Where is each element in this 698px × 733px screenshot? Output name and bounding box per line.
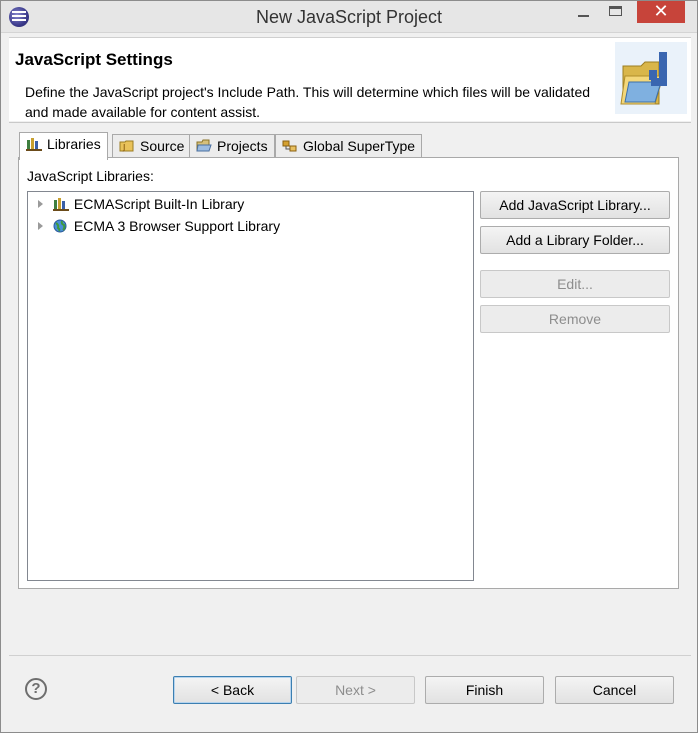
library-icon — [52, 198, 69, 211]
tab-global-supertype[interactable]: Global SuperType — [275, 134, 423, 158]
wizard-header: JavaScript Settings Define the JavaScrip… — [9, 37, 691, 121]
add-javascript-library-button[interactable]: Add JavaScript Library... — [480, 191, 670, 219]
remove-button[interactable]: Remove — [480, 305, 670, 333]
page-title: JavaScript Settings — [15, 50, 173, 69]
footer-separator — [9, 655, 691, 656]
tab-global-supertype-label: Global SuperType — [303, 138, 416, 154]
javascript-project-wizard-icon — [615, 42, 687, 114]
tab-libraries-label: Libraries — [47, 136, 101, 152]
tree-item-ecma3-browser-support[interactable]: ECMA 3 Browser Support Library — [28, 215, 280, 237]
maximize-button[interactable] — [599, 1, 631, 23]
dialog-window: New JavaScript Project ✕ JavaScript Sett… — [0, 0, 698, 733]
add-library-folder-button[interactable]: Add a Library Folder... — [480, 226, 670, 254]
page-description: Define the JavaScript project's Include … — [25, 84, 591, 120]
tab-source-label: Source — [140, 138, 185, 154]
expand-arrow-icon[interactable] — [38, 200, 43, 208]
edit-button[interactable]: Edit... — [480, 270, 670, 298]
cancel-button[interactable]: Cancel — [555, 676, 674, 704]
maximize-icon — [608, 6, 622, 16]
close-icon: ✕ — [653, 1, 669, 21]
source-icon: J — [119, 140, 134, 152]
tree-item-ecmascript-builtin[interactable]: ECMAScript Built-In Library — [28, 193, 244, 215]
tree-item-label: ECMA 3 Browser Support Library — [73, 218, 281, 234]
supertype-icon — [282, 140, 297, 152]
back-button[interactable]: < Back — [173, 676, 292, 704]
finish-button[interactable]: Finish — [425, 676, 544, 704]
tab-projects[interactable]: Projects — [189, 134, 275, 158]
library-icon — [26, 138, 42, 151]
tab-libraries[interactable]: Libraries — [19, 132, 108, 160]
libraries-panel: JavaScript Libraries: ECMAScript Built-I… — [18, 157, 679, 589]
help-icon[interactable]: ? — [25, 678, 47, 700]
close-button[interactable]: ✕ — [637, 1, 685, 23]
expand-arrow-icon[interactable] — [38, 222, 43, 230]
header-separator — [9, 122, 691, 123]
title-bar[interactable]: New JavaScript Project ✕ — [1, 1, 697, 33]
tree-item-label: ECMAScript Built-In Library — [73, 196, 245, 212]
projects-icon — [196, 139, 212, 152]
javascript-libraries-label: JavaScript Libraries: — [27, 168, 154, 184]
tab-projects-label: Projects — [217, 138, 268, 154]
globe-icon — [53, 219, 67, 233]
next-button[interactable]: Next > — [296, 676, 415, 704]
minimize-icon — [577, 15, 589, 17]
svg-text:J: J — [122, 143, 125, 152]
tab-source[interactable]: J Source — [112, 134, 192, 158]
libraries-tree[interactable]: ECMAScript Built-In Library ECMA 3 Brows… — [27, 191, 474, 581]
minimize-button[interactable] — [567, 1, 599, 23]
